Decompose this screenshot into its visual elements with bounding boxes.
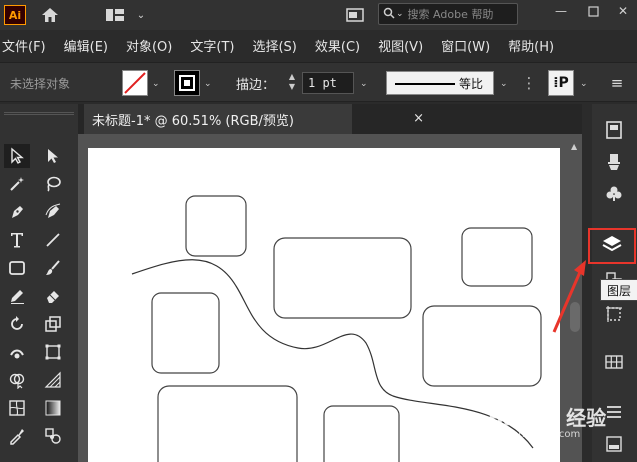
rounded-rect-5 <box>422 305 542 387</box>
blend-tool-icon[interactable] <box>40 424 66 448</box>
chevron-down-icon[interactable]: ⌄ <box>134 4 148 26</box>
paintbrush-tool-icon[interactable] <box>40 256 66 280</box>
rounded-rect-1 <box>185 195 247 257</box>
layers-icon <box>601 233 623 259</box>
close-window-button[interactable]: ✕ <box>608 0 637 22</box>
workspace-icon[interactable] <box>104 4 126 26</box>
style-chevron-icon[interactable]: ⌄ <box>580 79 588 89</box>
menu-effect[interactable]: 效果(C) <box>315 36 360 55</box>
search-icon <box>383 7 395 22</box>
free-transform-tool-icon[interactable] <box>40 340 66 364</box>
stroke-weight-stepper[interactable]: ▲ ▼ <box>284 72 300 94</box>
close-tab-icon[interactable]: × <box>413 111 424 126</box>
search-chevron-icon: ⌄ <box>396 9 404 19</box>
search-placeholder: 搜索 Adobe 帮助 <box>407 8 494 21</box>
search-input[interactable]: ⌄ 搜索 Adobe 帮助 <box>378 3 518 25</box>
menu-bar: 文件(F) 编辑(E) 对象(O) 文字(T) 选择(S) 效果(C) 视图(V… <box>0 32 637 58</box>
fill-chevron-icon[interactable]: ⌄ <box>152 79 160 89</box>
rounded-rect-6 <box>157 385 298 462</box>
document-tab-strip: 未标题-1* @ 60.51% (RGB/预览) × <box>78 104 582 134</box>
app-logo: Ai <box>4 5 26 25</box>
gradient-tool-icon[interactable] <box>40 396 66 420</box>
watermark: Bai du 经验 jingyan.baidu.com <box>488 402 606 450</box>
fill-swatch[interactable] <box>122 70 148 96</box>
menu-edit[interactable]: 编辑(E) <box>64 36 108 55</box>
swatches-grid-icon[interactable] <box>600 350 628 374</box>
menu-window[interactable]: 窗口(W) <box>441 36 490 55</box>
panel-grip-icon: ⋮ <box>521 74 537 92</box>
pen-tool-icon[interactable] <box>4 200 30 224</box>
mesh-tool-icon[interactable] <box>4 396 30 420</box>
document-tab[interactable]: 未标题-1* @ 60.51% (RGB/预览) × <box>84 104 424 134</box>
menu-view[interactable]: 视图(V) <box>378 36 423 55</box>
eyedropper-tool-icon[interactable] <box>4 424 30 448</box>
minimize-button[interactable]: — <box>546 0 576 22</box>
menu-object[interactable]: 对象(O) <box>126 36 172 55</box>
symbols-icon[interactable] <box>600 182 628 206</box>
rounded-rect-7 <box>323 405 400 462</box>
graphic-style-icon[interactable]: ⁞P <box>548 70 574 96</box>
lasso-tool-icon[interactable] <box>40 172 66 196</box>
layers-tooltip: 图层 <box>600 279 637 301</box>
stroke-chevron-icon[interactable]: ⌄ <box>204 79 212 89</box>
home-icon[interactable] <box>38 4 62 26</box>
tools-panel <box>0 104 78 462</box>
line-tool-icon[interactable] <box>40 228 66 252</box>
rounded-rect-4 <box>151 292 220 374</box>
menu-icon[interactable]: ≡ <box>604 72 630 94</box>
profile-label: 等比 <box>459 77 484 91</box>
app-logo-text: Ai <box>8 8 22 22</box>
scroll-up-icon[interactable]: ▲ <box>571 142 577 151</box>
document-tab-title: 未标题-1* @ 60.51% (RGB/预览) <box>92 113 294 129</box>
magic-wand-tool-icon[interactable] <box>4 172 30 196</box>
stroke-weight-chevron-icon[interactable]: ⌄ <box>360 79 368 89</box>
menu-type[interactable]: 文字(T) <box>190 36 234 55</box>
watermark-sub: jingyan.baidu.com <box>488 429 581 440</box>
curvature-tool-icon[interactable] <box>40 200 66 224</box>
selection-status: 未选择对象 <box>10 77 71 91</box>
watermark-main: Bai du 经验 <box>488 406 607 430</box>
rounded-rect-2 <box>273 237 412 319</box>
rounded-rect-3 <box>461 227 533 287</box>
panel-toggle-icon[interactable] <box>344 4 366 26</box>
brushes-icon[interactable] <box>600 150 628 174</box>
stroke-weight-field[interactable]: 1 pt <box>302 72 354 94</box>
menu-select[interactable]: 选择(S) <box>252 36 296 55</box>
align-grid-icon[interactable] <box>600 302 628 326</box>
pencil-tool-icon[interactable] <box>4 284 30 308</box>
menu-help[interactable]: 帮助(H) <box>508 36 554 55</box>
stroke-swatch[interactable] <box>174 70 200 96</box>
shape-builder-tool-icon[interactable] <box>4 368 30 392</box>
control-bar: 未选择对象 ⌄ ⌄ 描边： ▲ ▼ 1 pt ⌄ 等比 ⌄ ⋮ ⁞P ⌄ ≡ <box>0 62 637 102</box>
maximize-button[interactable] <box>578 0 608 22</box>
scale-tool-icon[interactable] <box>40 312 66 336</box>
menu-file[interactable]: 文件(F) <box>2 36 46 55</box>
profile-line-preview <box>395 83 455 85</box>
title-bar: Ai ⌄ ⌄ 搜索 Adobe 帮助 — ✕ <box>0 0 637 30</box>
profile-chevron-icon[interactable]: ⌄ <box>500 79 508 89</box>
properties-icon[interactable] <box>600 118 628 142</box>
curve-path <box>131 259 534 449</box>
eraser-tool-icon[interactable] <box>40 284 66 308</box>
direct-selection-tool-icon[interactable] <box>40 144 66 168</box>
warp-tool-icon[interactable] <box>4 340 30 364</box>
rectangle-tool-icon[interactable] <box>4 256 30 280</box>
selection-tool-icon[interactable] <box>4 144 30 168</box>
layers-button[interactable] <box>588 228 636 264</box>
rotate-tool-icon[interactable] <box>4 312 30 336</box>
appearance-icon[interactable] <box>600 432 628 456</box>
type-tool-icon[interactable] <box>4 228 30 252</box>
tools-grip <box>4 112 74 115</box>
stroke-profile-dropdown[interactable]: 等比 <box>386 71 494 95</box>
annotation-arrow <box>552 260 586 333</box>
stroke-label[interactable]: 描边： <box>236 74 275 93</box>
perspective-grid-tool-icon[interactable] <box>40 368 66 392</box>
